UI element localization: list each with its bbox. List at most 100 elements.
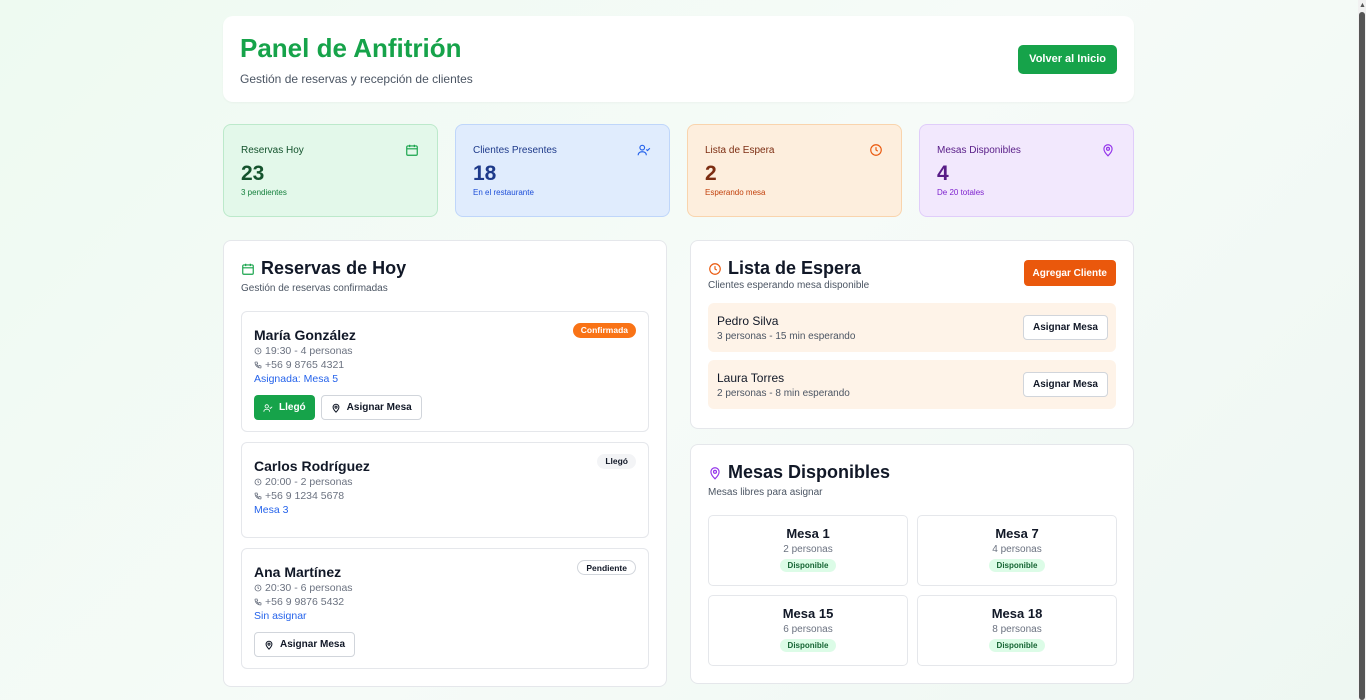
reservation-phone-text: +56 9 8765 4321 xyxy=(265,359,345,371)
back-home-button[interactable]: Volver al Inicio xyxy=(1018,44,1117,74)
stat-card-reservations: Reservas Hoy 23 3 pendientes xyxy=(223,124,438,217)
reservations-panel: Reservas de Hoy Gestión de reservas conf… xyxy=(223,240,667,687)
reservation-list: María González 19:30 - 4 personas +56 9 … xyxy=(241,311,649,669)
reservation-time-text: 20:00 - 2 personas xyxy=(265,476,353,488)
calendar-icon xyxy=(406,144,418,156)
page-header: Panel de Anfitrión Gestión de reservas y… xyxy=(223,16,1134,102)
clock-icon xyxy=(254,584,262,592)
status-badge: Pendiente xyxy=(577,560,636,575)
waitlist-header: Lista de Espera Clientes esperando mesa … xyxy=(708,258,1116,291)
stat-value: 18 xyxy=(473,162,497,185)
available-badge: Disponible xyxy=(779,559,837,572)
reservation-time-text: 20:30 - 6 personas xyxy=(265,582,353,594)
table-card[interactable]: Mesa 7 4 personas Disponible xyxy=(917,515,1117,586)
table-name: Mesa 1 xyxy=(786,526,830,541)
table-name: Mesa 15 xyxy=(782,606,834,621)
stat-label: Lista de Espera xyxy=(705,145,775,156)
waitlist-title-text: Lista de Espera xyxy=(728,258,862,278)
tables-panel: Mesas Disponibles Mesas libres para asig… xyxy=(690,444,1134,684)
assign-table-button[interactable]: Asignar Mesa xyxy=(254,632,356,657)
assign-table-label: Asignar Mesa xyxy=(280,639,346,650)
reservation-time-text: 19:30 - 4 personas xyxy=(265,345,353,357)
map-pin-icon xyxy=(710,466,720,480)
available-badge: Disponible xyxy=(988,559,1046,572)
page-container: Panel de Anfitrión Gestión de reservas y… xyxy=(223,16,1134,690)
phone-icon xyxy=(254,598,262,606)
table-capacity: 4 personas xyxy=(992,544,1042,555)
table-card[interactable]: Mesa 1 2 personas Disponible xyxy=(708,515,908,586)
reservation-time: 19:30 - 4 personas xyxy=(254,345,636,357)
clock-icon xyxy=(254,478,262,486)
waitlist-subtitle: Clientes esperando mesa disponible xyxy=(708,280,870,291)
reservation-phone-text: +56 9 1234 5678 xyxy=(265,490,345,502)
stat-card-present: Clientes Presentes 18 En el restaurante xyxy=(455,124,670,217)
reservation-phone: +56 9 9876 5432 xyxy=(254,596,636,608)
table-card[interactable]: Mesa 18 8 personas Disponible xyxy=(917,595,1117,666)
scroll-up-arrow-icon[interactable]: ▲ xyxy=(1359,2,1366,9)
reservation-phone-text: +56 9 9876 5432 xyxy=(265,596,345,608)
waitlist-name: Pedro Silva xyxy=(717,313,779,328)
arrived-button[interactable]: Llegó xyxy=(254,395,315,420)
stat-label: Mesas Disponibles xyxy=(937,145,1021,156)
stat-value: 2 xyxy=(705,162,717,185)
tables-title-text: Mesas Disponibles xyxy=(728,462,891,482)
phone-icon xyxy=(254,361,262,369)
reservation-phone: +56 9 8765 4321 xyxy=(254,359,636,371)
waitlist-info: 3 personas - 15 min esperando xyxy=(717,330,856,342)
table-capacity: 8 personas xyxy=(992,624,1042,635)
main-columns: Reservas de Hoy Gestión de reservas conf… xyxy=(223,240,1134,690)
add-client-button[interactable]: Agregar Cliente xyxy=(1023,260,1116,286)
available-badge: Disponible xyxy=(988,639,1046,652)
stat-value: 23 xyxy=(241,162,265,185)
header-text: Panel de Anfitrión Gestión de reservas y… xyxy=(240,33,473,86)
phone-icon xyxy=(254,492,262,500)
table-capacity: 6 personas xyxy=(783,624,833,635)
table-capacity: 2 personas xyxy=(783,544,833,555)
assign-table-button[interactable]: Asignar Mesa xyxy=(1022,315,1108,340)
stat-note: De 20 totales xyxy=(937,188,985,197)
map-pin-icon xyxy=(332,403,340,413)
vertical-scrollbar[interactable]: ▲ xyxy=(1358,0,1366,700)
assign-table-button[interactable]: Asignar Mesa xyxy=(1022,372,1108,397)
waitlist-info: 2 personas - 8 min esperando xyxy=(717,387,850,399)
page-subtitle: Gestión de reservas y recepción de clien… xyxy=(240,71,473,86)
reservation-table: Sin asignar xyxy=(254,610,307,622)
arrived-button-label: Llegó xyxy=(279,402,306,413)
tables-title: Mesas Disponibles xyxy=(708,462,1116,483)
status-badge: Confirmada xyxy=(572,323,636,338)
waitlist-title: Lista de Espera xyxy=(708,258,869,279)
waitlist-item-text: Laura Torres 2 personas - 8 min esperand… xyxy=(717,371,850,399)
user-check-icon xyxy=(637,144,651,156)
calendar-icon xyxy=(242,263,254,275)
stat-card-waitlist: Lista de Espera 2 Esperando mesa xyxy=(687,124,902,217)
stat-label: Clientes Presentes xyxy=(473,145,557,156)
reservations-title: Reservas de Hoy xyxy=(241,258,649,279)
waitlist-items: Pedro Silva 3 personas - 15 min esperand… xyxy=(708,303,1116,409)
waitlist-name: Laura Torres xyxy=(717,370,785,385)
reservation-time: 20:30 - 6 personas xyxy=(254,582,636,594)
reservation-actions: Asignar Mesa xyxy=(254,632,636,657)
assign-table-label: Asignar Mesa xyxy=(346,402,412,413)
clock-icon xyxy=(254,347,262,355)
table-card[interactable]: Mesa 15 6 personas Disponible xyxy=(708,595,908,666)
waitlist-item-text: Pedro Silva 3 personas - 15 min esperand… xyxy=(717,314,855,342)
page-title: Panel de Anfitrión xyxy=(240,32,462,63)
waitlist-item: Pedro Silva 3 personas - 15 min esperand… xyxy=(708,303,1116,352)
stat-value: 4 xyxy=(937,162,949,185)
reservation-card: Carlos Rodríguez 20:00 - 2 personas +56 … xyxy=(241,442,649,538)
table-name: Mesa 7 xyxy=(995,526,1039,541)
stat-note: Esperando mesa xyxy=(705,188,766,197)
reservations-title-text: Reservas de Hoy xyxy=(261,258,407,278)
scrollbar-thumb[interactable] xyxy=(1359,12,1365,700)
clock-icon xyxy=(870,144,882,156)
reservation-table: Asignada: Mesa 5 xyxy=(254,373,339,385)
tables-grid: Mesa 1 2 personas Disponible Mesa 7 4 pe… xyxy=(708,515,1117,666)
clock-icon xyxy=(709,262,721,275)
status-badge: Llegó xyxy=(597,454,636,469)
assign-table-button[interactable]: Asignar Mesa xyxy=(320,395,422,420)
table-name: Mesa 18 xyxy=(991,606,1043,621)
map-pin-icon xyxy=(265,640,273,650)
waitlist-heading: Lista de Espera Clientes esperando mesa … xyxy=(708,258,869,291)
stat-card-tables: Mesas Disponibles 4 De 20 totales xyxy=(919,124,1134,217)
available-badge: Disponible xyxy=(779,639,837,652)
